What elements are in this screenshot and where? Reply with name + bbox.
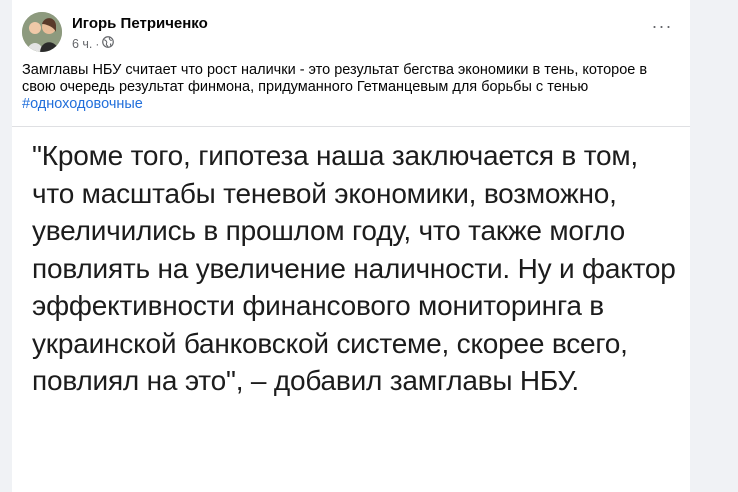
post-time[interactable]: 6 ч. — [72, 37, 92, 51]
feed-post: Игорь Петриченко 6 ч. · ··· Замглавы НБУ… — [12, 0, 690, 492]
post-header: Игорь Петриченко 6 ч. · ··· — [22, 12, 682, 54]
globe-icon[interactable] — [102, 36, 115, 51]
post-image-quote[interactable]: "Кроме того, гипотеза наша заключается в… — [32, 137, 682, 400]
post-body: Замглавы НБУ считает что рост налички - … — [22, 62, 648, 95]
page-background — [690, 0, 738, 492]
image-divider — [12, 126, 690, 127]
post-meta: 6 ч. · — [72, 36, 115, 51]
post-text: Замглавы НБУ считает что рост налички - … — [22, 62, 678, 113]
author-name[interactable]: Игорь Петриченко — [72, 15, 208, 32]
more-options-icon[interactable]: ··· — [646, 17, 678, 42]
separator-dot: · — [95, 36, 100, 51]
avatar[interactable] — [22, 12, 62, 52]
hashtag-link[interactable]: #одноходовочные — [22, 96, 143, 112]
